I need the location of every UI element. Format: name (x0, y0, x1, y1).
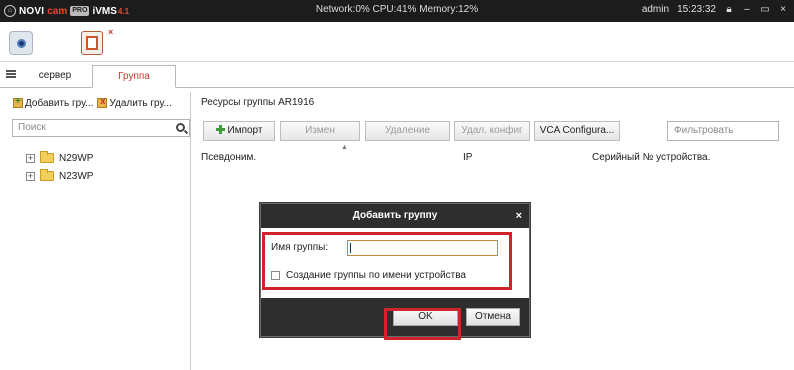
folder-icon (40, 151, 54, 163)
filter-input[interactable]: Фильтровать (667, 121, 779, 141)
group-actions: Добавить гру... Удалить гру... (12, 92, 191, 114)
tree-item-label: N23WP (59, 170, 94, 182)
dialog-title: Добавить группу (352, 210, 438, 221)
column-alias[interactable]: Псевдоним. (201, 152, 256, 163)
folder-icon (40, 169, 54, 181)
camera-lens (17, 39, 26, 48)
add-group-label: Добавить гру... (25, 97, 94, 109)
add-group-button[interactable]: Добавить гру... (13, 96, 94, 109)
close-icon[interactable]: × (778, 4, 788, 15)
delete-group-button[interactable]: Удалить гру... (97, 96, 172, 109)
close-tab-icon[interactable]: × (108, 27, 113, 37)
search-icon[interactable] (176, 123, 185, 132)
tab-bar: сервер Группа (0, 62, 794, 88)
dialog-header: Добавить группу × (261, 204, 529, 228)
delete-group-label: Удалить гру... (109, 97, 172, 109)
import-button[interactable]: Импорт (203, 121, 275, 141)
event-log-glyph (86, 36, 98, 50)
main-toolbar: × (0, 22, 794, 62)
group-panel: Добавить гру... Удалить гру... Поиск + N… (12, 92, 191, 370)
table-header: Псевдоним. ▲ IP Серийный № устройства. (201, 144, 791, 168)
dialog-close-icon[interactable]: × (516, 204, 522, 228)
tree-item[interactable]: + N29WP (26, 149, 93, 167)
cancel-button[interactable]: Отмена (466, 308, 520, 326)
expand-icon[interactable]: + (26, 171, 35, 181)
sort-asc-icon: ▲ (341, 144, 348, 151)
tree-item[interactable]: + N23WP (26, 167, 93, 185)
maximize-icon[interactable]: ▭ (760, 4, 770, 15)
search-placeholder: Поиск (18, 122, 46, 133)
highlight-fields-frame (262, 232, 512, 290)
delete-group-icon (97, 96, 108, 108)
column-ip[interactable]: IP (463, 152, 472, 163)
title-bar-right: admin 15:23:32 🔒︎ – ▭ × (642, 4, 788, 15)
column-serial[interactable]: Серийный № устройства. (592, 152, 710, 163)
expand-icon[interactable]: + (26, 153, 35, 163)
delete-button[interactable]: Удаление (365, 121, 450, 141)
tab-group[interactable]: Группа (92, 65, 176, 88)
import-label: Импорт (227, 125, 263, 136)
edit-button[interactable]: Измен (280, 121, 360, 141)
minimize-icon[interactable]: – (742, 4, 752, 15)
highlight-ok-frame (384, 308, 461, 340)
search-input[interactable]: Поиск (12, 119, 190, 137)
menu-icon[interactable] (6, 70, 16, 78)
user-name[interactable]: admin (642, 4, 669, 15)
tree-item-label: N29WP (59, 152, 94, 164)
vca-config-button[interactable]: VCA Configura... (534, 121, 620, 141)
group-tree: + N29WP + N23WP (26, 149, 93, 185)
delete-config-button[interactable]: Удал. конфиг (454, 121, 530, 141)
add-group-icon (13, 96, 23, 108)
camera-preview-icon[interactable] (9, 31, 33, 55)
clock: 15:23:32 (677, 4, 716, 15)
panel-title: Ресурсы группы AR1916 (201, 97, 315, 108)
lock-icon[interactable]: 🔒︎ (724, 4, 734, 15)
title-bar: ⌂ NOVI cam PRO iVMS 4.1 Network:0% CPU:41%… (0, 0, 794, 22)
event-log-icon[interactable] (81, 31, 103, 55)
plus-icon (215, 125, 225, 134)
tab-server[interactable]: сервер (20, 65, 90, 88)
